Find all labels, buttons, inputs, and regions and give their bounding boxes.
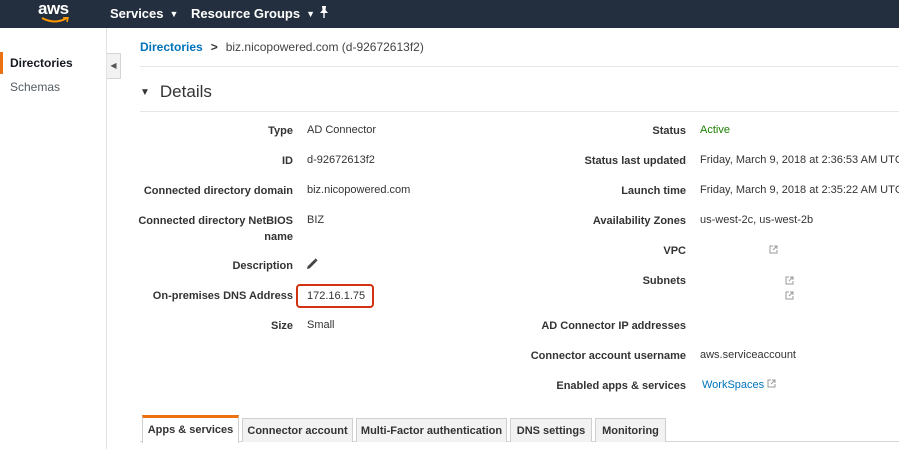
breadcrumb: Directories > biz.nicopowered.com (d-92672… — [140, 40, 424, 54]
tab-apps-services[interactable]: Apps & services — [142, 415, 239, 443]
divider — [140, 66, 899, 67]
sidebar-item-schemas[interactable]: Schemas — [0, 76, 107, 98]
top-navigation-bar: aws Services ▼ Resource Groups ▼ — [0, 0, 899, 28]
breadcrumb-separator: > — [210, 40, 218, 54]
connector-username-value: aws.serviceaccount — [700, 349, 796, 361]
sidebar-item-directories[interactable]: Directories — [0, 52, 107, 74]
external-link-icon[interactable] — [785, 291, 794, 300]
chevron-down-icon: ▼ — [169, 9, 179, 19]
details-section-toggle[interactable]: ▼ Details — [140, 82, 212, 102]
enabled-apps-label: Enabled apps & services — [556, 380, 686, 392]
dns-label: On-premises DNS Address — [152, 290, 293, 302]
id-label: ID — [282, 155, 293, 167]
tab-monitoring[interactable]: Monitoring — [595, 418, 666, 442]
id-value: d-92672613f2 — [307, 154, 375, 166]
netbios-label-line1: Connected directory NetBIOS — [138, 215, 293, 227]
tab-label: Monitoring — [602, 425, 659, 437]
description-label: Description — [232, 260, 293, 272]
resource-groups-menu[interactable]: Resource Groups ▼ — [191, 6, 315, 21]
services-menu[interactable]: Services ▼ — [110, 6, 178, 21]
tab-dns-settings[interactable]: DNS settings — [510, 418, 592, 442]
launch-time-label: Launch time — [621, 185, 686, 197]
size-value: Small — [307, 319, 335, 331]
status-value: Active — [700, 124, 730, 136]
domain-label: Connected directory domain — [143, 185, 293, 197]
external-link-icon — [767, 379, 776, 388]
status-updated-value: Friday, March 9, 2018 at 2:36:53 AM UTC — [700, 154, 899, 166]
availability-zones-value: us-west-2c, us-west-2b — [700, 214, 814, 226]
breadcrumb-directories-link[interactable]: Directories — [140, 40, 203, 54]
status-updated-label: Status last updated — [584, 155, 686, 167]
collapse-sidebar-button[interactable]: ◀ — [107, 53, 121, 79]
breadcrumb-current: biz.nicopowered.com (d-92672613f2) — [225, 40, 424, 54]
workspaces-link[interactable]: WorkSpaces — [702, 377, 776, 393]
size-label: Size — [270, 320, 293, 332]
domain-value: biz.nicopowered.com — [307, 184, 411, 196]
launch-time-value: Friday, March 9, 2018 at 2:35:22 AM UTC — [700, 184, 899, 196]
external-link-icon[interactable] — [785, 276, 794, 285]
tab-label: Apps & services — [147, 424, 234, 436]
sidebar-item-label: Schemas — [10, 80, 61, 94]
vpc-label: VPC — [663, 245, 686, 257]
tab-multi-factor-authentication[interactable]: Multi-Factor authentication — [356, 418, 507, 442]
type-value: AD Connector — [307, 124, 377, 136]
aws-smile-icon — [41, 17, 69, 23]
services-menu-label: Services — [110, 6, 164, 21]
netbios-label-line2: name — [264, 231, 293, 243]
tab-label: DNS settings — [516, 425, 586, 437]
netbios-value: BIZ — [307, 214, 325, 226]
status-label: Status — [652, 125, 686, 137]
divider — [140, 111, 899, 112]
dns-value: 172.16.1.75 — [307, 290, 366, 302]
section-title: Details — [159, 82, 212, 101]
resource-groups-menu-label: Resource Groups — [191, 6, 301, 21]
aws-logo[interactable]: aws — [38, 0, 72, 25]
pushpin-icon[interactable] — [318, 5, 330, 22]
pencil-icon[interactable] — [306, 258, 318, 275]
subnets-label: Subnets — [642, 275, 686, 287]
caret-down-icon: ▼ — [140, 87, 150, 98]
chevron-down-icon: ▼ — [306, 9, 316, 19]
external-link-icon[interactable] — [769, 245, 778, 254]
connector-username-label: Connector account username — [530, 350, 686, 362]
type-label: Type — [268, 125, 293, 137]
tab-label: Connector account — [247, 425, 348, 437]
tab-connector-account[interactable]: Connector account — [242, 418, 353, 442]
tab-label: Multi-Factor authentication — [360, 425, 503, 437]
sidebar: Directories Schemas — [0, 28, 107, 449]
sidebar-item-label: Directories — [10, 56, 73, 70]
ip-addresses-label: AD Connector IP addresses — [541, 320, 686, 332]
availability-zones-label: Availability Zones — [592, 215, 686, 227]
workspaces-link-text: WorkSpaces — [702, 379, 765, 391]
